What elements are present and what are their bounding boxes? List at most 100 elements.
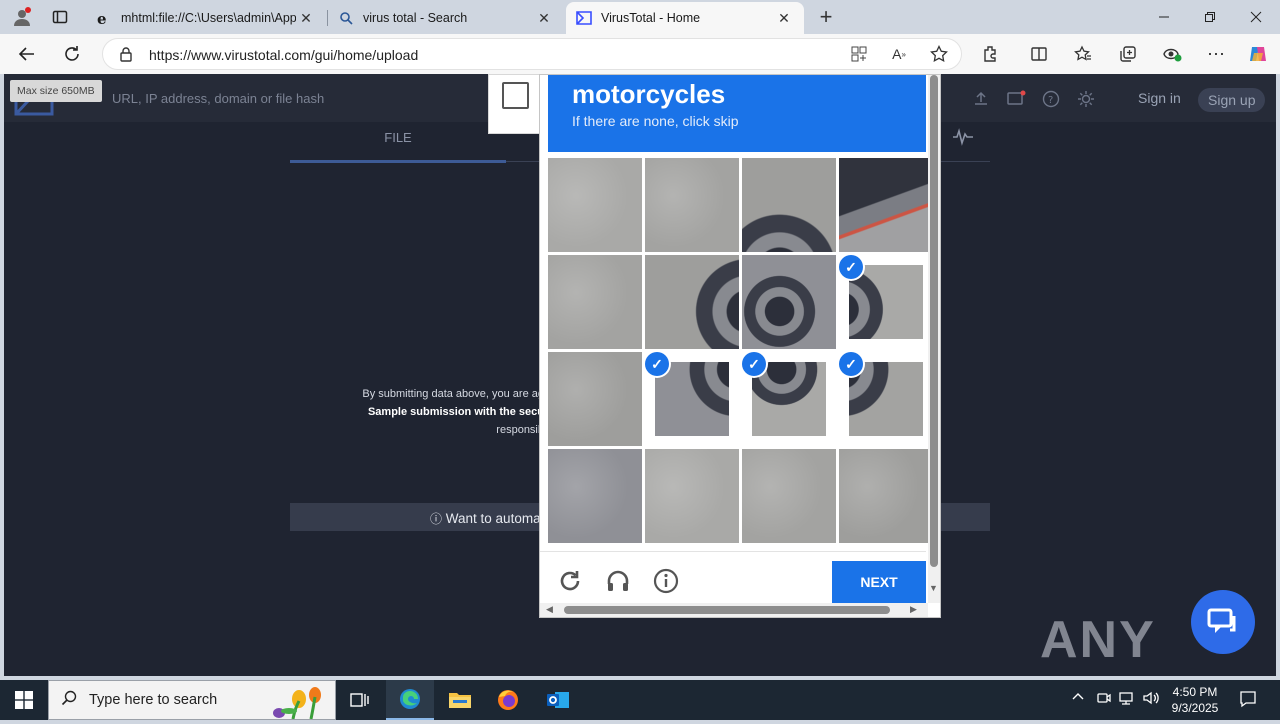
close-icon[interactable]: ✕ [534,10,554,27]
network-icon[interactable] [1118,690,1134,709]
refresh-button[interactable] [60,42,84,66]
app-available-icon[interactable] [847,42,871,66]
lock-icon[interactable] [119,46,133,65]
sign-in-link[interactable]: Sign in [1138,90,1181,106]
captcha-tile[interactable]: ✓ [839,255,933,349]
svg-text:?: ? [1048,95,1053,106]
minimize-button[interactable] [1141,0,1187,34]
vertical-scrollbar[interactable]: ▼ [928,75,940,603]
scroll-right-arrow-icon[interactable]: ▶ [910,604,917,615]
captcha-tile[interactable] [839,158,933,252]
tab-actions-icon[interactable] [48,5,72,29]
split-screen-icon[interactable] [1027,42,1051,66]
notifications-icon[interactable] [1005,88,1027,110]
tab-mhtml[interactable]: e mhtml:file://C:\Users\admin\AppD ✕ [86,2,326,34]
captcha-tile[interactable]: ✓ [645,352,739,446]
check-icon: ✓ [645,352,669,376]
taskbar-search-box[interactable]: Type here to search [48,680,336,720]
captcha-tile-image [849,265,923,339]
close-icon[interactable]: ✕ [296,10,316,27]
search-advanced-icon[interactable] [952,128,974,151]
tab-file[interactable]: FILE [290,130,506,145]
captcha-tile[interactable] [645,255,739,349]
volume-icon[interactable] [1142,690,1160,709]
scroll-left-arrow-icon[interactable]: ◀ [546,604,553,615]
upload-icon[interactable] [970,88,992,110]
captcha-tile[interactable] [839,449,933,543]
meet-now-icon[interactable] [1096,690,1112,709]
collections-icon[interactable] [1116,42,1140,66]
svg-text:e: e [97,10,107,26]
captcha-tile[interactable]: ✓ [839,352,933,446]
info-icon[interactable] [652,567,680,595]
file-tab-indicator [290,160,506,163]
task-view-button[interactable] [336,680,384,720]
chat-button[interactable] [1191,590,1255,654]
browser-essentials-icon[interactable] [1160,42,1184,66]
tab-virustotal[interactable]: VirusTotal - Home ✕ [566,2,804,34]
extensions-icon[interactable] [979,42,1003,66]
captcha-subtitle: If there are none, click skip [572,113,739,129]
captcha-tile[interactable] [548,158,642,252]
vertical-scrollbar-thumb[interactable] [930,75,938,567]
notification-center-icon[interactable] [1239,690,1257,711]
horizontal-scrollbar[interactable]: ◀ ▶ [540,603,928,617]
max-size-tooltip: Max size 650MB [10,80,102,102]
captcha-tile-image [548,449,642,543]
taskbar-edge[interactable] [386,680,434,720]
tab-search[interactable]: virus total - Search ✕ [328,2,564,34]
sign-up-button[interactable]: Sign up [1198,88,1266,112]
start-button[interactable] [0,680,48,720]
address-bar[interactable]: https://www.virustotal.com/gui/home/uplo… [102,38,962,70]
captcha-tile[interactable] [548,352,642,446]
favorites-icon[interactable] [1071,42,1095,66]
taskbar-outlook[interactable] [534,680,582,720]
captcha-tile[interactable] [645,449,739,543]
captcha-tile-image [655,362,729,436]
captcha-tile[interactable] [742,449,836,543]
captcha-tile[interactable] [742,158,836,252]
restore-button[interactable] [1187,0,1233,34]
audio-challenge-icon[interactable] [604,567,632,595]
back-button[interactable] [15,42,39,66]
help-icon[interactable]: ? [1040,88,1062,110]
system-clock[interactable]: 4:50 PM 9/3/2025 [1168,684,1222,716]
captcha-tile-image [839,449,933,543]
outlook-icon [547,692,569,708]
favorite-star-icon[interactable] [927,42,951,66]
theme-toggle-icon[interactable] [1075,88,1097,110]
horizontal-scrollbar-thumb[interactable] [564,606,890,614]
more-options-icon[interactable]: ⋯ [1204,42,1228,66]
clock-date: 9/3/2025 [1171,701,1219,715]
read-aloud-icon[interactable]: A» [887,42,911,66]
new-tab-button[interactable]: + [814,4,838,29]
vt-search-input[interactable]: URL, IP address, domain or file hash [112,91,324,106]
captcha-grid: ✓ ✓ ✓ ✓ [548,158,933,544]
windows-taskbar: Type here to search 4:50 PM 9/3/2025 [0,680,1280,720]
url-text[interactable]: https://www.virustotal.com/gui/home/uplo… [149,47,418,63]
info-icon: ⓘ [430,512,443,526]
captcha-tile-image [849,362,923,436]
close-icon[interactable]: ✕ [774,10,794,27]
profile-icon[interactable] [10,5,34,29]
captcha-tile[interactable] [645,158,739,252]
captcha-tile-image [548,255,642,349]
taskbar-search-placeholder: Type here to search [89,692,218,708]
captcha-tile[interactable] [742,255,836,349]
captcha-tile[interactable]: ✓ [742,352,836,446]
copilot-icon[interactable] [1246,42,1270,66]
recaptcha-checkbox[interactable] [502,82,529,109]
virustotal-icon [576,10,592,26]
taskbar-firefox[interactable] [484,680,532,720]
taskbar-file-explorer[interactable] [436,680,484,720]
disclaimer-line-2: Sample submission with the secu [367,406,544,418]
scroll-down-arrow-icon[interactable]: ▼ [929,583,938,593]
captcha-tile[interactable] [548,255,642,349]
reload-icon[interactable] [556,567,584,595]
show-hidden-icons[interactable] [1071,690,1085,707]
captcha-tile[interactable] [548,449,642,543]
captcha-tile-image [742,449,836,543]
close-window-button[interactable] [1233,0,1279,34]
next-button[interactable]: NEXT [832,561,926,603]
captcha-footer-divider [540,551,926,552]
